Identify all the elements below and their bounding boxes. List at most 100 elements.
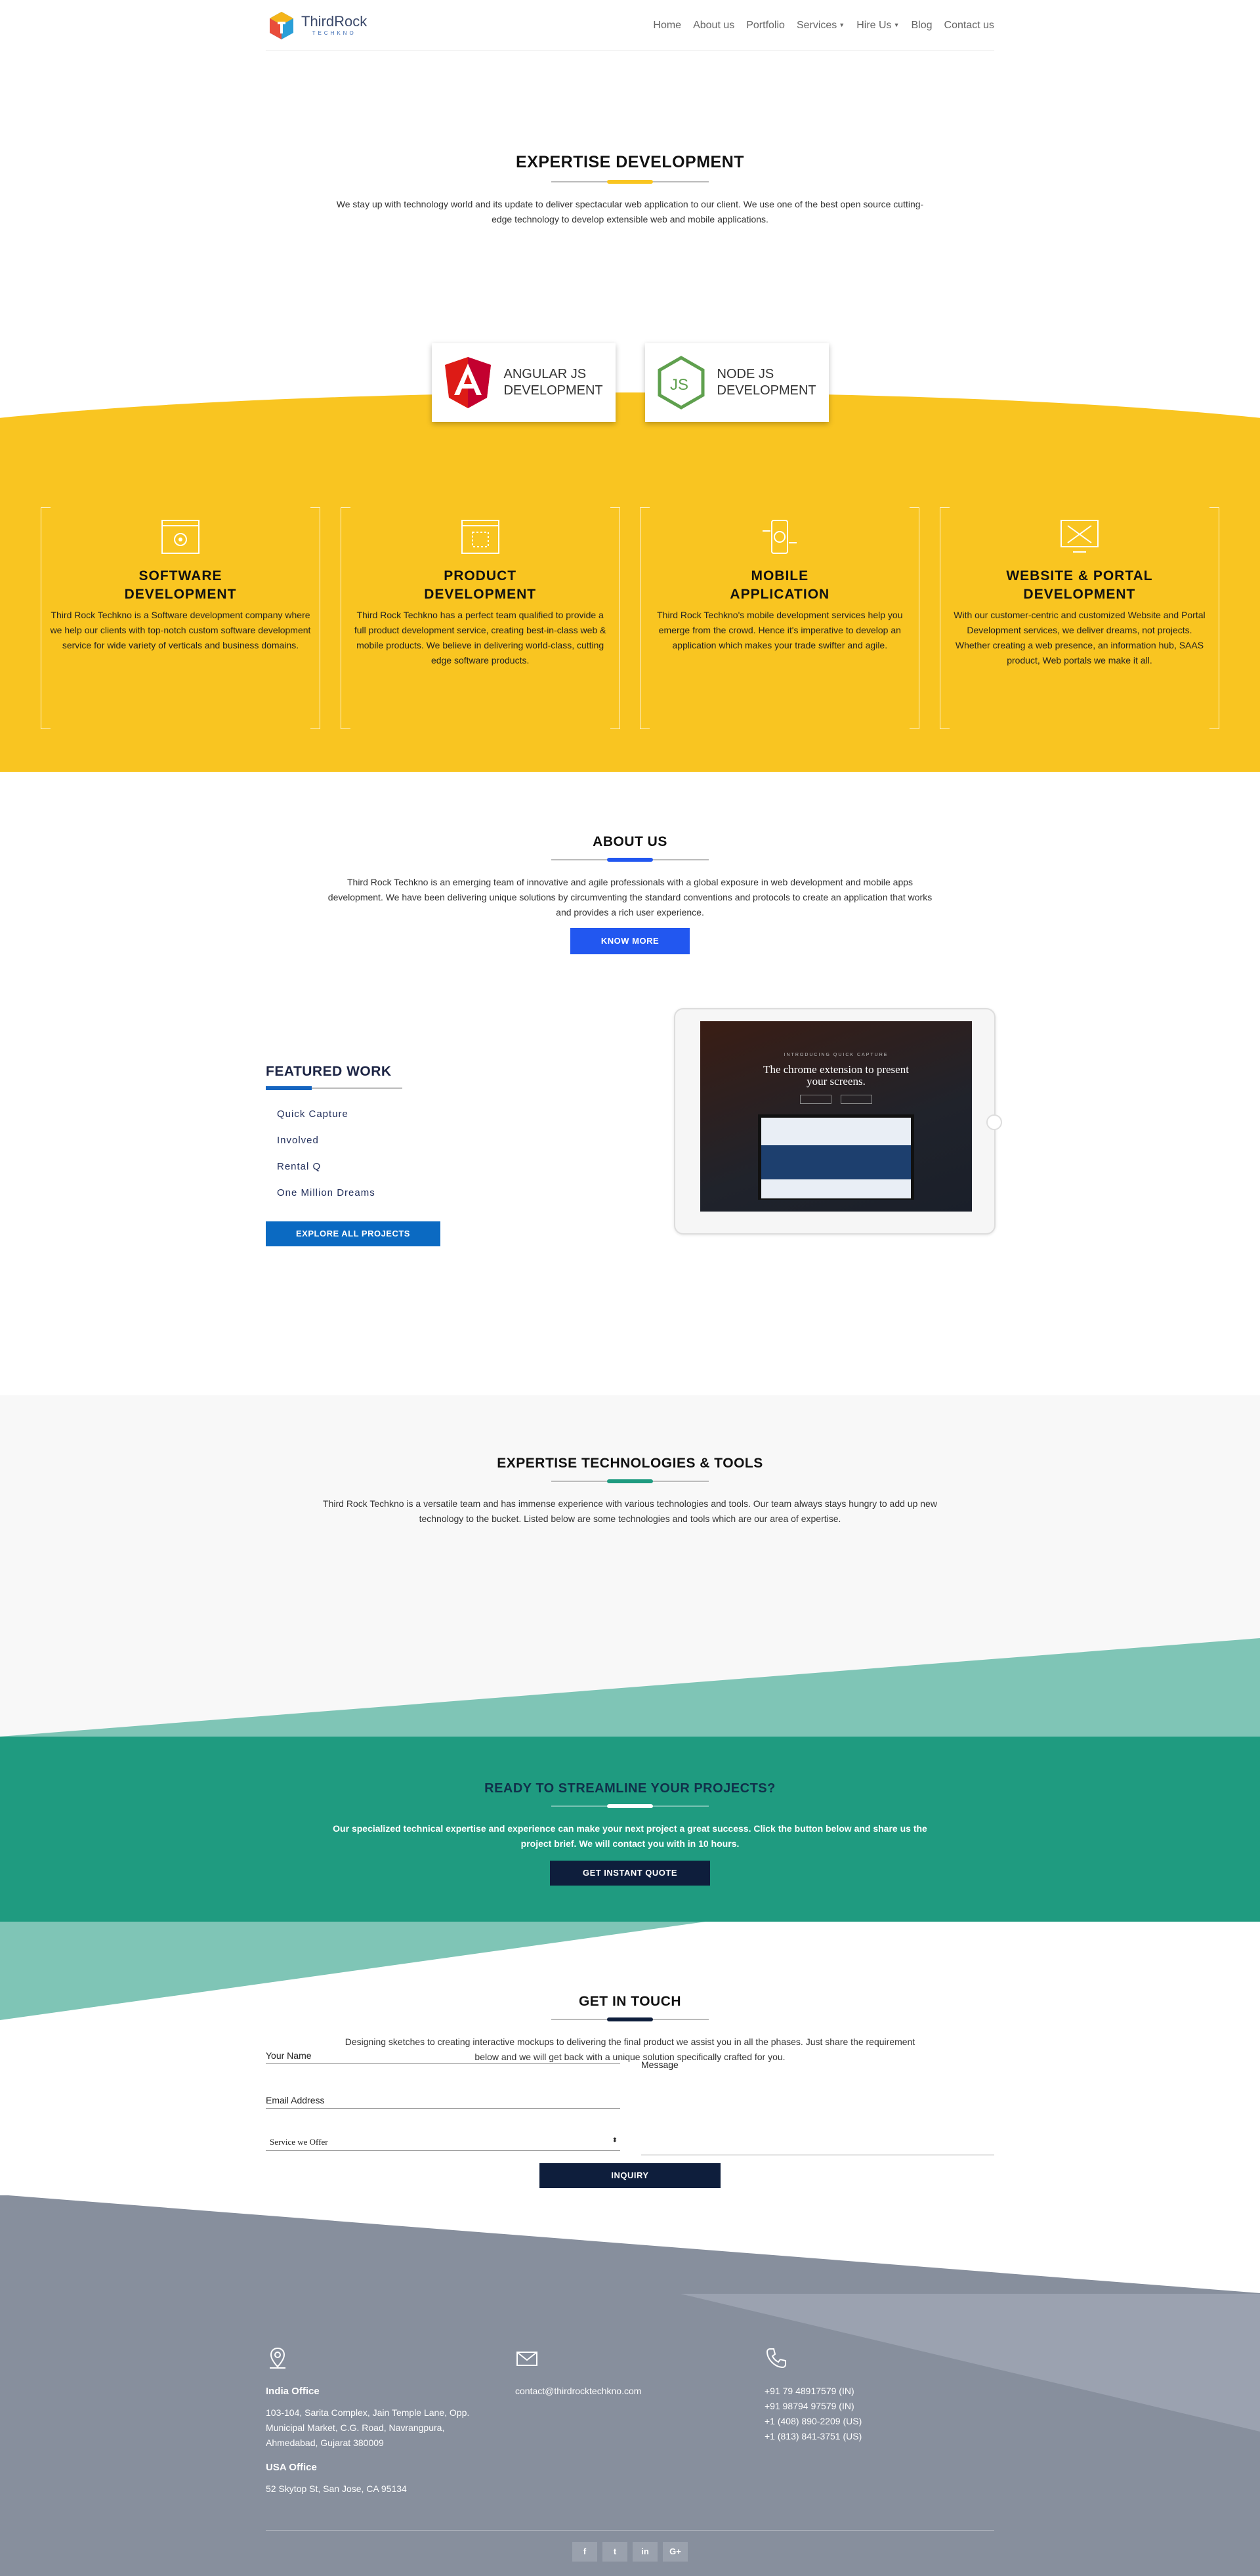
about-title: ABOUT US: [593, 834, 667, 849]
screen-buttons: [700, 1095, 972, 1104]
ready-section: READY TO STREAMLINE YOUR PROJECTS? Our s…: [0, 1737, 1260, 1922]
web-portal-icon: [1060, 520, 1099, 553]
india-address-line: Ahmedabad, Gujarat 380009: [266, 2438, 384, 2448]
technologies-text: Third Rock Techkno is a versatile team a…: [323, 1498, 937, 1524]
angular-label-2: DEVELOPMENT: [503, 383, 603, 398]
title-underline: [551, 180, 709, 184]
phone-number[interactable]: +1 (408) 890-2209 (US): [765, 2414, 994, 2429]
location-pin-icon: [270, 2347, 285, 2369]
phone-number[interactable]: +91 98794 97579 (IN): [765, 2399, 994, 2414]
featured-work-section: FEATURED WORK Quick Capture Involved Ren…: [266, 1008, 1002, 1395]
nav-blog[interactable]: Blog: [911, 20, 932, 32]
brand-name: ThirdRock: [301, 13, 368, 30]
thirdrock-logo-icon: [270, 11, 293, 39]
nav-home[interactable]: Home: [653, 20, 681, 32]
technologies-title: EXPERTISE TECHNOLOGIES & TOOLS: [497, 1456, 763, 1471]
angular-icon: [444, 357, 491, 408]
project-screenshot[interactable]: INTRODUCING QUICK CAPTURE The chrome ext…: [700, 1021, 972, 1212]
card-text: Third Rock Techkno's mobile development …: [657, 610, 903, 650]
main-menu: Home About us Portfolio Services ▼ Hire U…: [653, 20, 994, 32]
title-underline: [551, 1479, 709, 1483]
email-icon: [516, 2352, 537, 2366]
twitter-icon[interactable]: t: [602, 2542, 627, 2562]
card-title-2: APPLICATION: [730, 587, 830, 602]
brand-logo[interactable]: ThirdRock TECHKNO: [266, 10, 367, 41]
nav-hire-us-label: Hire Us: [856, 19, 892, 31]
contact-email[interactable]: contact@thirdrocktechkno.com: [515, 2384, 751, 2399]
usa-office-title: USA Office: [266, 2462, 317, 2473]
phone-number[interactable]: +91 79 48917579 (IN): [765, 2384, 994, 2399]
featured-item[interactable]: Quick Capture: [277, 1109, 440, 1135]
angular-label-1: ANGULAR JS: [503, 367, 587, 381]
title-underline: [266, 1086, 402, 1090]
inquiry-form: Your Name Email Address Service we Offer…: [266, 2041, 994, 2205]
nav-hire-us[interactable]: Hire Us ▼: [856, 20, 899, 32]
title-underline: [551, 1804, 709, 1808]
nav-about[interactable]: About us: [693, 20, 734, 32]
caret-down-icon: ▼: [893, 22, 900, 29]
service-card-mobile[interactable]: MOBILE APPLICATION Third Rock Techkno's m…: [640, 507, 920, 729]
nodejs-label-1: NODE JS: [717, 367, 774, 381]
software-icon: [161, 520, 200, 554]
card-text: With our customer-centric and customized…: [954, 610, 1206, 665]
google-plus-icon[interactable]: G+: [663, 2542, 688, 2562]
service-card-web-portal[interactable]: WEBSITE & PORTAL DEVELOPMENT With our cus…: [939, 507, 1219, 729]
social-links: f t in G+: [0, 2542, 1260, 2562]
explore-projects-button[interactable]: EXPLORE ALL PROJECTS: [266, 1221, 440, 1246]
card-title-2: DEVELOPMENT: [424, 587, 537, 602]
message-textarea[interactable]: [641, 2074, 994, 2155]
brand-subtitle: TECHKNO: [312, 30, 356, 36]
service-card-software[interactable]: SOFTWARE DEVELOPMENT Third Rock Techkno i…: [41, 507, 320, 729]
tablet-mockup: INTRODUCING QUICK CAPTURE The chrome ext…: [674, 1008, 1002, 1235]
teal-diagonal-shape: [0, 1638, 1260, 1737]
expertise-section: EXPERTISE DEVELOPMENT We stay up with te…: [0, 51, 1260, 772]
featured-list: Quick Capture Involved Rental Q One Mill…: [266, 1109, 440, 1214]
email-field[interactable]: Email Address: [266, 2095, 620, 2109]
title-underline: [551, 858, 709, 862]
phone-column: +91 79 48917579 (IN) +91 98794 97579 (IN…: [765, 2346, 994, 2444]
card-title-2: DEVELOPMENT: [1023, 587, 1136, 602]
name-field[interactable]: Your Name: [266, 2050, 620, 2064]
get-quote-button[interactable]: GET INSTANT QUOTE: [550, 1861, 710, 1886]
service-select-label: Service we Offer: [270, 2137, 328, 2147]
featured-item[interactable]: Involved: [277, 1135, 440, 1161]
technologies-section: EXPERTISE TECHNOLOGIES & TOOLS Third Roc…: [0, 1395, 1260, 1737]
facebook-icon[interactable]: f: [572, 2542, 597, 2562]
card-title-1: PRODUCT: [444, 568, 517, 583]
title-underline: [551, 2017, 709, 2021]
nodejs-icon: JS: [658, 356, 704, 410]
nav-contact[interactable]: Contact us: [944, 20, 994, 32]
angular-card[interactable]: ANGULAR JS DEVELOPMENT: [431, 343, 616, 422]
nodejs-label-2: DEVELOPMENT: [717, 383, 816, 398]
screen-headline-2: your screens.: [807, 1075, 866, 1087]
linkedin-icon[interactable]: in: [633, 2542, 658, 2562]
expertise-title: EXPERTISE DEVELOPMENT: [515, 153, 745, 171]
message-label: Message: [641, 2059, 679, 2070]
about-text: Third Rock Techkno is an emerging team o…: [327, 877, 933, 918]
featured-item[interactable]: Rental Q: [277, 1161, 440, 1187]
nav-portfolio[interactable]: Portfolio: [746, 20, 785, 32]
caret-down-icon: ▼: [839, 22, 845, 29]
usa-address: 52 Skytop St, San Jose, CA 95134: [266, 2483, 407, 2494]
ready-text: Our specialized technical expertise and …: [333, 1823, 927, 1849]
card-text: Third Rock Techkno has a perfect team qu…: [354, 610, 606, 665]
expertise-text: We stay up with technology world and its…: [336, 199, 924, 224]
india-address-line: Municipal Market, C.G. Road, Navrangpura…: [266, 2422, 445, 2433]
phone-number[interactable]: +1 (813) 841-3751 (US): [765, 2429, 994, 2444]
featured-item[interactable]: One Million Dreams: [277, 1187, 440, 1214]
footer-diagonal: [0, 2195, 1260, 2293]
inquiry-button[interactable]: INQUIRY: [539, 2163, 721, 2188]
laptop-image: [758, 1114, 914, 1200]
service-card-product[interactable]: PRODUCT DEVELOPMENT Third Rock Techkno ha…: [340, 507, 620, 729]
service-select[interactable]: Service we Offer ⬍: [266, 2137, 620, 2151]
know-more-button[interactable]: KNOW MORE: [570, 928, 690, 954]
nodejs-card[interactable]: JS NODE JS DEVELOPMENT: [644, 343, 829, 422]
card-title-1: SOFTWARE: [138, 568, 222, 583]
nav-services[interactable]: Services ▼: [797, 20, 845, 32]
ready-title: READY TO STREAMLINE YOUR PROJECTS?: [484, 1781, 776, 1796]
select-arrows-icon: ⬍: [612, 2137, 618, 2144]
email-column: contact@thirdrocktechkno.com: [515, 2346, 751, 2399]
card-title-1: WEBSITE & PORTAL: [1006, 568, 1153, 583]
nav-services-label: Services: [796, 19, 837, 31]
screen-tagline: INTRODUCING QUICK CAPTURE: [784, 1053, 889, 1057]
